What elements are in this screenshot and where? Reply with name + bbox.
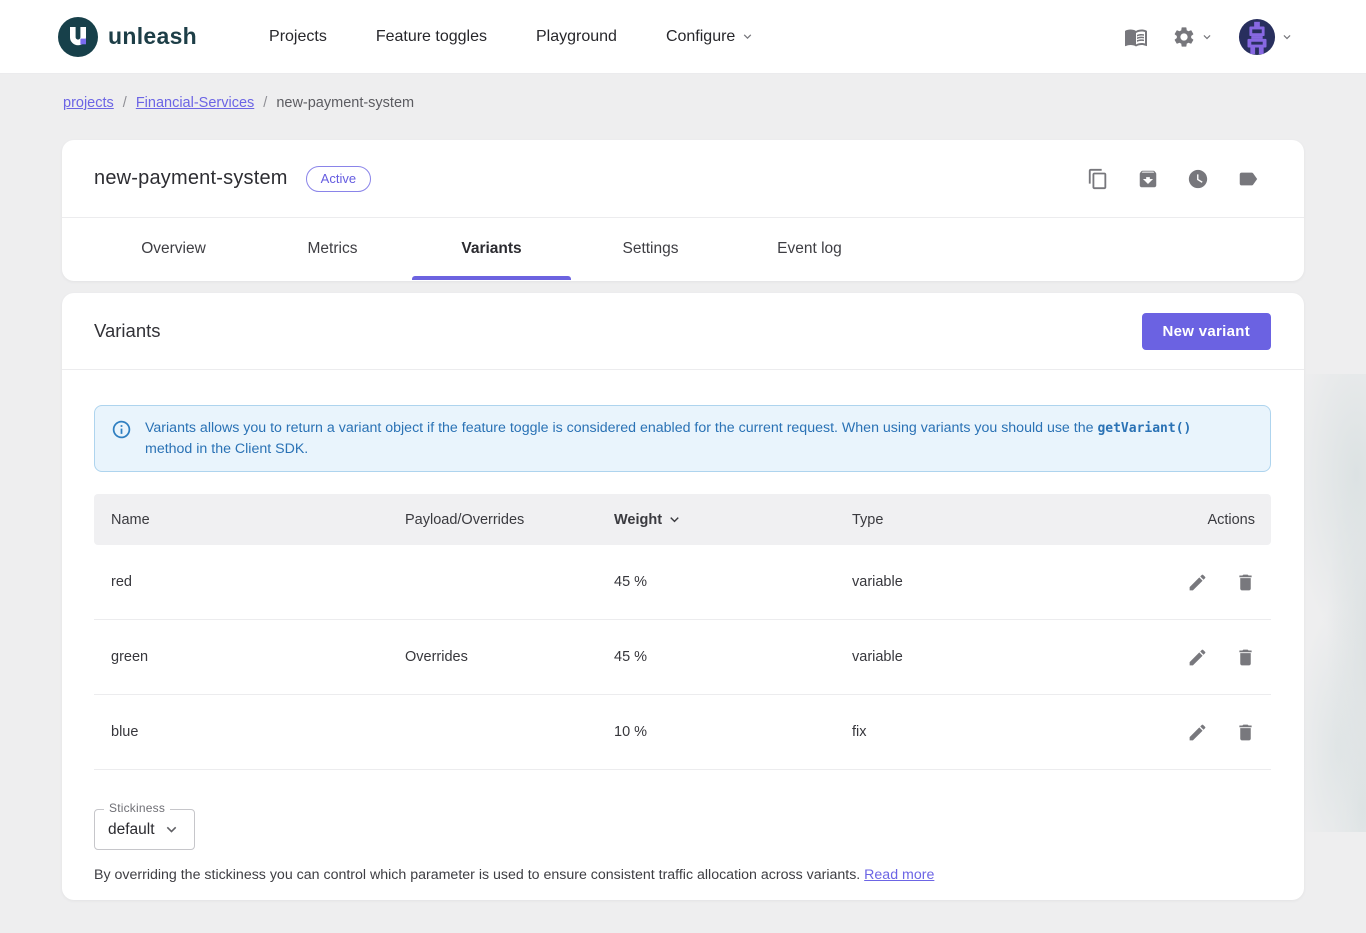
- tab-event-log[interactable]: Event log: [730, 218, 889, 280]
- column-header-payload: Payload/Overrides: [389, 512, 599, 528]
- info-icon: [111, 419, 132, 459]
- docs-icon: [1124, 25, 1148, 49]
- variants-header: Variants New variant: [62, 293, 1304, 370]
- history-button[interactable]: [1187, 168, 1209, 190]
- breadcrumb-projects[interactable]: projects: [63, 95, 114, 111]
- edit-icon: [1187, 647, 1208, 668]
- table-row: red 45 % variable: [94, 545, 1271, 620]
- tab-overview[interactable]: Overview: [94, 218, 253, 280]
- stickiness-description: By overriding the stickiness you can con…: [94, 867, 1271, 883]
- tab-settings[interactable]: Settings: [571, 218, 730, 280]
- nav-playground[interactable]: Playground: [536, 28, 617, 46]
- breadcrumb: projects / Financial-Services / new-paym…: [63, 95, 414, 111]
- unleash-logo-icon: [58, 17, 98, 57]
- variant-weight: 10 %: [599, 724, 839, 740]
- variant-weight: 45 %: [599, 649, 839, 665]
- edit-icon: [1187, 722, 1208, 743]
- edit-variant-button[interactable]: [1187, 722, 1208, 743]
- feature-actions: [1087, 168, 1259, 190]
- status-badge: Active: [306, 166, 371, 192]
- feature-tabs: Overview Metrics Variants Settings Event…: [62, 218, 1304, 280]
- variant-name: green: [94, 649, 389, 665]
- variant-name: blue: [94, 724, 389, 740]
- feature-header-card: new-payment-system Active: [62, 140, 1304, 281]
- unleash-logo[interactable]: unleash: [58, 17, 197, 57]
- variants-table: Name Payload/Overrides Weight Type Actio…: [94, 494, 1271, 770]
- tag-icon: [1237, 168, 1259, 190]
- page-title: new-payment-system: [94, 167, 288, 190]
- tab-metrics[interactable]: Metrics: [253, 218, 412, 280]
- breadcrumb-separator: /: [123, 95, 127, 111]
- variant-weight: 45 %: [599, 574, 839, 590]
- chevron-down-icon: [1280, 30, 1294, 44]
- stickiness-label: Stickiness: [104, 801, 170, 815]
- delete-variant-button[interactable]: [1235, 722, 1256, 743]
- info-alert: Variants allows you to return a variant …: [94, 405, 1271, 472]
- edit-variant-button[interactable]: [1187, 647, 1208, 668]
- new-variant-button[interactable]: New variant: [1142, 313, 1272, 350]
- delete-icon: [1235, 722, 1256, 743]
- chevron-down-icon: [162, 820, 181, 839]
- section-title: Variants: [94, 320, 161, 342]
- background-texture: [1302, 374, 1366, 832]
- copy-feature-button[interactable]: [1087, 168, 1109, 190]
- breadcrumb-separator: /: [263, 95, 267, 111]
- feature-title-row: new-payment-system Active: [62, 140, 1304, 218]
- column-header-weight-sort[interactable]: Weight: [614, 511, 683, 528]
- table-header-row: Name Payload/Overrides Weight Type Actio…: [94, 494, 1271, 545]
- docs-button[interactable]: [1124, 25, 1148, 49]
- code-snippet: getVariant(): [1097, 421, 1191, 436]
- navbar-right-actions: [1124, 18, 1294, 56]
- nav-configure-label: Configure: [666, 28, 735, 46]
- delete-icon: [1235, 647, 1256, 668]
- profile-menu-button[interactable]: [1238, 18, 1294, 56]
- stickiness-value: default: [108, 821, 155, 839]
- table-row: blue 10 % fix: [94, 695, 1271, 770]
- chevron-down-icon: [1200, 30, 1214, 44]
- nav-projects[interactable]: Projects: [269, 28, 327, 46]
- archive-icon: [1137, 168, 1159, 190]
- tab-variants[interactable]: Variants: [412, 218, 571, 280]
- breadcrumb-project[interactable]: Financial-Services: [136, 95, 254, 111]
- settings-icon: [1172, 25, 1196, 49]
- column-header-type: Type: [839, 512, 1169, 528]
- delete-variant-button[interactable]: [1235, 572, 1256, 593]
- variant-type: variable: [839, 574, 1169, 590]
- column-header-name: Name: [94, 512, 389, 528]
- brand-name: unleash: [108, 23, 197, 50]
- settings-menu-button[interactable]: [1172, 25, 1214, 49]
- edit-icon: [1187, 572, 1208, 593]
- variant-type: variable: [839, 649, 1169, 665]
- delete-variant-button[interactable]: [1235, 647, 1256, 668]
- edit-variant-button[interactable]: [1187, 572, 1208, 593]
- tag-button[interactable]: [1237, 168, 1259, 190]
- nav-feature-toggles[interactable]: Feature toggles: [376, 28, 487, 46]
- column-header-actions: Actions: [1169, 512, 1271, 528]
- stickiness-select[interactable]: Stickiness default: [94, 809, 195, 850]
- variant-payload: Overrides: [389, 649, 599, 665]
- table-row: green Overrides 45 % variable: [94, 620, 1271, 695]
- variant-name: red: [94, 574, 389, 590]
- user-avatar: [1238, 18, 1276, 56]
- breadcrumb-current: new-payment-system: [276, 95, 414, 111]
- read-more-link[interactable]: Read more: [864, 867, 934, 883]
- main-nav: Projects Feature toggles Playground Conf…: [269, 28, 755, 46]
- variant-type: fix: [839, 724, 1169, 740]
- chevron-down-icon: [740, 29, 755, 44]
- info-alert-text: Variants allows you to return a variant …: [145, 418, 1191, 459]
- archive-feature-button[interactable]: [1137, 168, 1159, 190]
- sort-chevron-down-icon: [666, 511, 683, 528]
- top-navbar: unleash Projects Feature toggles Playgro…: [0, 0, 1366, 74]
- history-icon: [1187, 168, 1209, 190]
- nav-configure[interactable]: Configure: [666, 28, 755, 46]
- delete-icon: [1235, 572, 1256, 593]
- copy-icon: [1087, 168, 1109, 190]
- variants-card: Variants New variant Variants allows you…: [62, 293, 1304, 900]
